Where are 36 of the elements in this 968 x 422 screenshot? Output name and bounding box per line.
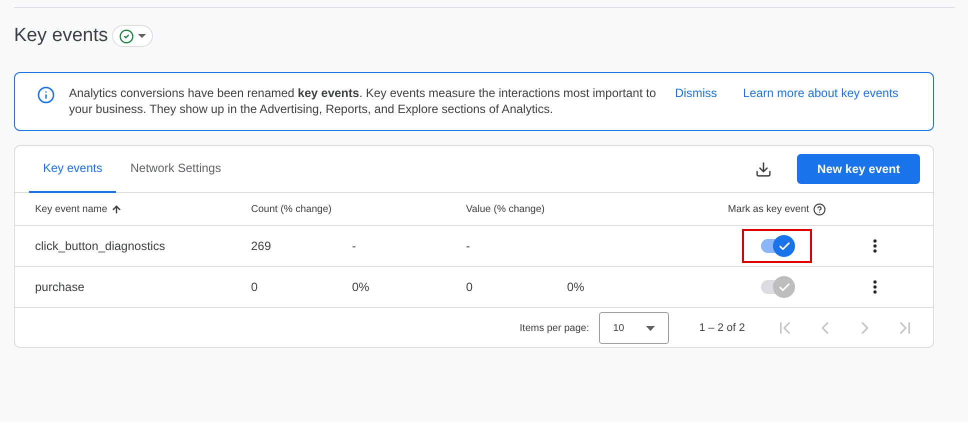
caret-icon	[646, 326, 656, 330]
column-header: Mark as key event	[728, 202, 810, 216]
caret-icon	[138, 34, 146, 38]
toggle-switch[interactable]	[759, 234, 795, 258]
items-per-page-label: Items per page:	[520, 322, 590, 336]
table-cell-text: 0%	[352, 279, 370, 296]
download-icon	[755, 160, 772, 178]
banner-link[interactable]: Dismiss	[675, 85, 717, 101]
per-page-select[interactable]: 10	[599, 312, 670, 344]
table-cell-text: 0%	[567, 279, 586, 296]
table-cell-text: purchase	[35, 279, 86, 296]
tab[interactable]: Network Settings	[116, 146, 236, 192]
table-cell-text: 269	[251, 238, 272, 255]
table-cell-text: 0	[466, 279, 474, 296]
more-options-icon	[873, 280, 877, 294]
status-dropdown[interactable]	[112, 25, 153, 47]
info-icon	[37, 86, 55, 104]
table-cell-text: click_button_diagnostics	[35, 238, 166, 255]
table-cell-text: -	[466, 238, 471, 255]
page-range: 1 – 2 of 2	[699, 320, 745, 336]
help-icon	[813, 202, 826, 216]
column-header: Count (% change)	[251, 202, 333, 216]
check-icon	[778, 240, 790, 252]
sort-arrow-icon	[111, 204, 122, 214]
table-cell-text: -	[352, 238, 357, 255]
column-header: Value (% change)	[466, 202, 546, 216]
check-icon	[778, 280, 790, 294]
tab[interactable]: Key events	[29, 146, 116, 192]
page-title: Key events	[14, 24, 108, 48]
new-key-event-button[interactable]: New key event	[797, 154, 920, 184]
table-cell-text: 0	[251, 279, 259, 296]
banner-text: Analytics conversions have been renamed key events. Key events measure the interactions most important to your business. They show up in the Advertising, Reports, and Explore sections of Analytics.	[69, 85, 657, 117]
check-circle-icon	[119, 28, 134, 44]
column-header[interactable]: Key event name	[35, 202, 108, 216]
more-options-icon	[873, 239, 877, 253]
banner-link[interactable]: Learn more about key events	[743, 85, 898, 101]
